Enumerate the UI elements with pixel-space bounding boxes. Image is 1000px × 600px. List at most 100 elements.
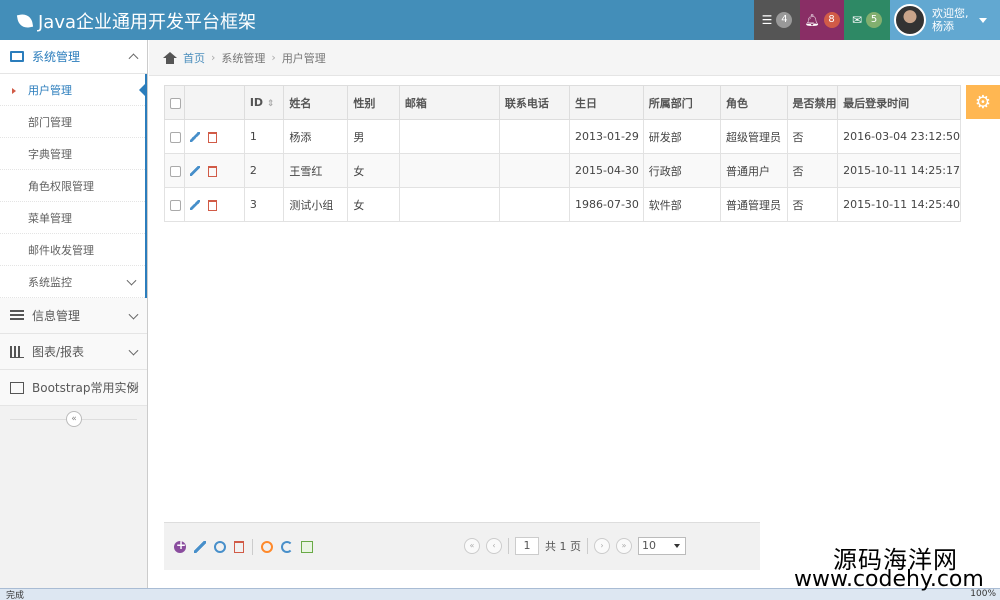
- envelope-icon: ✉: [851, 13, 863, 27]
- sidebar-item-user-management[interactable]: 用户管理: [0, 74, 147, 106]
- cell-id: 1: [243, 119, 285, 154]
- refresh-icon[interactable]: [281, 540, 293, 553]
- gear-icon: ⚙: [974, 91, 992, 113]
- pencil-icon[interactable]: [189, 200, 200, 210]
- row-actions-cell: [183, 119, 245, 154]
- cell-role: 普通用户: [719, 153, 788, 188]
- breadcrumb-current: 用户管理: [281, 51, 326, 65]
- row-checkbox[interactable]: [170, 165, 181, 177]
- sidebar-item-monitor[interactable]: 系统监控: [0, 266, 145, 298]
- cell-phone: [498, 153, 571, 188]
- last-page-button[interactable]: »: [616, 538, 632, 554]
- breadcrumb-section-link[interactable]: 系统管理: [221, 50, 265, 66]
- breadcrumb-separator: ›: [211, 51, 216, 64]
- column-header-name[interactable]: 姓名: [283, 85, 349, 120]
- chevron-down-icon: [128, 309, 139, 320]
- notifications-button[interactable]: 🔔︎ 8: [800, 0, 844, 40]
- pencil-icon[interactable]: [189, 166, 200, 176]
- cell-name: 测试小组: [283, 187, 349, 222]
- column-header-id[interactable]: ID ⇕: [243, 85, 285, 120]
- column-header-role[interactable]: 角色: [719, 85, 788, 120]
- prev-page-button[interactable]: ‹: [486, 538, 502, 554]
- pager-navigation: « ‹ 1 共 1 页 › » 10: [464, 537, 686, 555]
- app-title: Java企业通用开发平台框架: [38, 12, 257, 33]
- sidebar-item-role-permission[interactable]: 角色权限管理: [0, 170, 145, 202]
- watermark-url: www.codehy.com: [794, 567, 984, 592]
- column-header-gender[interactable]: 性别: [347, 85, 400, 120]
- sidebar-group-bootstrap[interactable]: Bootstrap常用实例: [0, 370, 147, 406]
- first-page-button[interactable]: «: [464, 538, 480, 554]
- page-size-select[interactable]: 10: [638, 537, 686, 555]
- column-header-email[interactable]: 邮箱: [398, 85, 500, 120]
- sidebar-item-menu[interactable]: 菜单管理: [0, 202, 145, 234]
- user-table: ID ⇕ 姓名 性别 邮箱 联系电话 生日 所属部门 角色 是否禁用 最后登录时…: [164, 85, 961, 222]
- sidebar-group-label: 信息管理: [32, 309, 81, 323]
- cell-name: 杨添: [283, 119, 349, 154]
- chevron-down-icon: [128, 345, 139, 356]
- sidebar-group-system[interactable]: 系统管理: [0, 40, 147, 74]
- total-pages-text: 共 1 页: [545, 540, 581, 553]
- cell-gender: 女: [347, 187, 400, 222]
- sidebar-item-dictionary[interactable]: 字典管理: [0, 138, 145, 170]
- row-actions-cell: [183, 153, 245, 188]
- notifications-badge: 8: [823, 12, 840, 28]
- sidebar-item-label: 系统监控: [28, 275, 72, 289]
- sidebar-group-label: Bootstrap常用实例: [32, 381, 139, 395]
- sidebar-item-mail[interactable]: 邮件收发管理: [0, 234, 145, 266]
- pager-toolbar: [164, 538, 313, 555]
- column-header-birthday[interactable]: 生日: [569, 85, 644, 120]
- sidebar-item-label: 字典管理: [28, 147, 72, 161]
- breadcrumb-home-link[interactable]: 首页: [183, 50, 205, 66]
- sidebar-group-label: 图表/报表: [32, 345, 85, 359]
- tasks-button[interactable]: ☰ 4: [754, 0, 800, 40]
- trash-icon[interactable]: [207, 165, 217, 177]
- settings-toggle[interactable]: ⚙: [966, 85, 1000, 119]
- next-page-button[interactable]: ›: [594, 538, 610, 554]
- cell-email: [398, 187, 500, 222]
- messages-button[interactable]: ✉ 5: [844, 0, 890, 40]
- sidebar-group-charts[interactable]: 图表/报表: [0, 334, 147, 370]
- table-row[interactable]: 2 王雪红 女 2015-04-30 行政部 普通用户 否 2015-10-11…: [164, 153, 961, 188]
- cell-last-login: 2015-10-11 14:25:40: [837, 187, 961, 222]
- tasks-badge: 4: [776, 12, 793, 28]
- collapse-sidebar-button[interactable]: «: [66, 411, 82, 427]
- add-icon[interactable]: [174, 538, 186, 553]
- column-header-disabled[interactable]: 是否禁用: [786, 85, 839, 120]
- trash-icon[interactable]: [207, 199, 217, 211]
- pencil-icon[interactable]: [194, 540, 206, 553]
- sidebar-item-department[interactable]: 部门管理: [0, 106, 145, 138]
- sidebar-group-info[interactable]: 信息管理: [0, 298, 147, 334]
- submenu-system: 用户管理 部门管理 字典管理 角色权限管理 菜单管理 邮件收发管理 系统监控: [0, 74, 147, 298]
- trash-icon[interactable]: [207, 131, 217, 143]
- search-icon[interactable]: [261, 540, 273, 553]
- cell-last-login: 2015-10-11 14:25:17: [837, 153, 961, 188]
- user-menu[interactable]: 欢迎您, 杨添: [890, 0, 1000, 40]
- column-header-department[interactable]: 所属部门: [642, 85, 721, 120]
- column-header-phone[interactable]: 联系电话: [498, 85, 571, 120]
- cell-role: 超级管理员: [719, 119, 788, 154]
- cell-email: [398, 119, 500, 154]
- chevron-up-icon: [128, 52, 139, 63]
- navbar-right: ☰ 4 🔔︎ 8 ✉ 5 欢迎您, 杨添: [754, 0, 1000, 40]
- export-excel-icon[interactable]: [301, 540, 313, 553]
- breadcrumb-separator: ›: [271, 51, 276, 64]
- row-checkbox[interactable]: [170, 199, 181, 211]
- page-number-input[interactable]: 1: [515, 537, 539, 555]
- row-select-cell: [164, 153, 185, 188]
- welcome-label: 欢迎您,: [932, 7, 969, 20]
- cell-phone: [498, 187, 571, 222]
- select-all-checkbox[interactable]: [170, 97, 181, 109]
- zoom-in-icon[interactable]: [214, 540, 226, 553]
- cell-birthday: 1986-07-30: [569, 187, 644, 222]
- brand[interactable]: Java企业通用开发平台框架: [16, 8, 257, 34]
- table-row[interactable]: 3 测试小组 女 1986-07-30 软件部 普通管理员 否 2015-10-…: [164, 187, 961, 222]
- pencil-icon[interactable]: [189, 132, 200, 142]
- trash-icon[interactable]: [234, 540, 244, 553]
- sidebar: 系统管理 用户管理 部门管理 字典管理 角色权限管理 菜单管理 邮件收发管理 系…: [0, 40, 148, 588]
- table-row[interactable]: 1 杨添 男 2013-01-29 研发部 超级管理员 否 2016-03-04…: [164, 119, 961, 154]
- sidebar-item-label: 用户管理: [28, 83, 72, 97]
- row-checkbox[interactable]: [170, 131, 181, 143]
- column-header-last-login[interactable]: 最后登录时间: [837, 85, 961, 120]
- sidebar-item-label: 角色权限管理: [28, 179, 94, 193]
- actions-header: [183, 85, 245, 120]
